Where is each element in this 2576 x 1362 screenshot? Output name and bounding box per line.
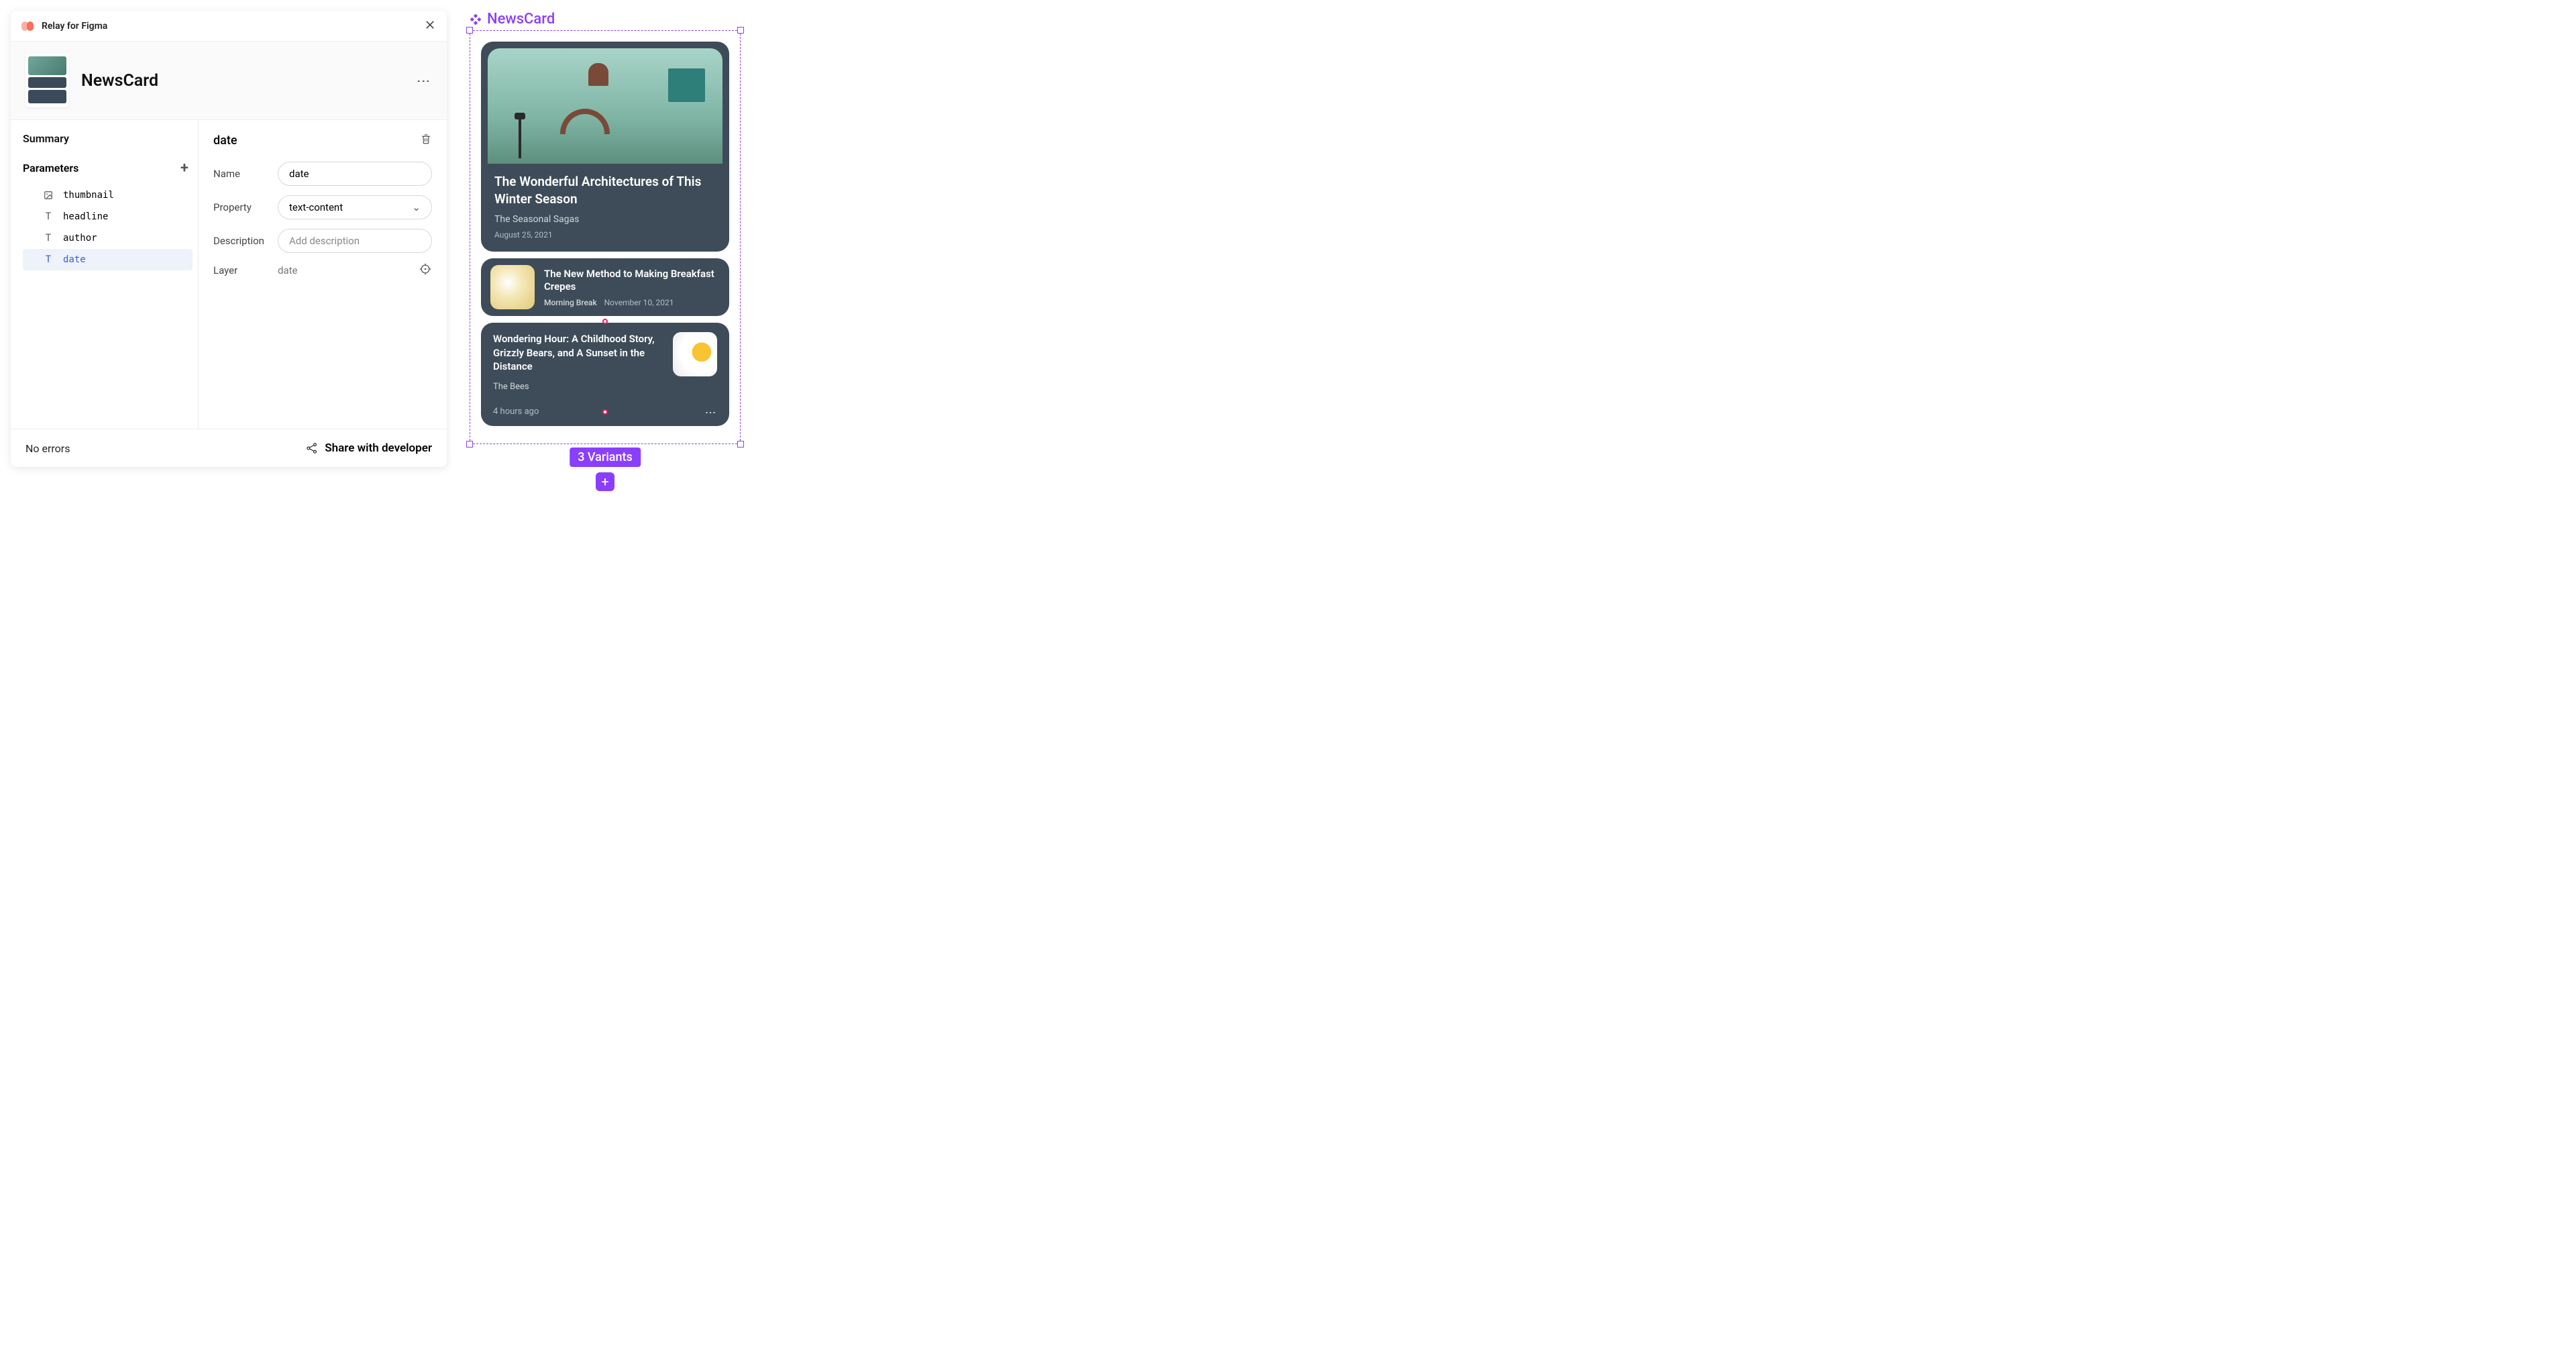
component-sidebar: Summary Parameters + thumbnail T headlin… <box>11 120 199 429</box>
parameters-heading: Parameters <box>23 162 78 174</box>
panel-body: Summary Parameters + thumbnail T headlin… <box>11 120 447 429</box>
param-thumbnail[interactable]: thumbnail <box>23 185 193 206</box>
close-button[interactable] <box>424 19 436 34</box>
image-icon <box>43 191 54 200</box>
close-icon <box>424 19 436 31</box>
locate-layer-button[interactable] <box>419 262 432 278</box>
resize-handle-br[interactable] <box>737 441 744 448</box>
name-input[interactable]: date <box>278 162 432 186</box>
component-set-icon <box>470 13 482 25</box>
name-field-label: Name <box>213 168 278 180</box>
relay-panel: Relay for Figma NewsCard ⋮ Summary Param… <box>11 11 447 467</box>
add-variant-button[interactable]: + <box>596 472 614 491</box>
component-thumbnail <box>25 54 69 107</box>
param-label: date <box>63 254 86 265</box>
param-author[interactable]: T author <box>23 227 193 249</box>
description-input[interactable]: Add description <box>278 229 432 253</box>
param-label: author <box>63 233 97 244</box>
card-thumbnail <box>488 48 722 164</box>
param-label: thumbnail <box>63 190 114 201</box>
error-status: No errors <box>25 442 70 455</box>
parameters-heading-row: Parameters + <box>23 160 193 176</box>
component-name: NewsCard <box>81 71 158 91</box>
param-headline[interactable]: T headline <box>23 206 193 227</box>
component-menu-button[interactable]: ⋮ <box>416 74 432 87</box>
detail-head: date <box>213 132 432 148</box>
property-select[interactable]: text-content ⌄ <box>278 195 432 219</box>
layer-value: date <box>278 264 419 276</box>
summary-tab[interactable]: Summary <box>23 132 193 145</box>
delete-parameter-button[interactable] <box>420 132 432 148</box>
resize-handle-bl[interactable] <box>466 441 473 448</box>
component-header: NewsCard ⋮ <box>11 42 447 120</box>
param-label: headline <box>63 211 108 222</box>
detail-title: date <box>213 134 237 148</box>
share-with-developer-button[interactable]: Share with developer <box>306 441 432 455</box>
description-field-label: Description <box>213 235 278 247</box>
trash-icon <box>420 132 432 146</box>
dot-icon <box>602 409 608 415</box>
relay-logo-icon <box>21 21 35 31</box>
figma-canvas: NewsCard The Wonderful Architectures of … <box>470 11 741 444</box>
component-set-frame[interactable]: The Wonderful Architectures of This Wint… <box>470 30 741 444</box>
text-icon: T <box>43 233 54 244</box>
add-parameter-button[interactable]: + <box>180 160 193 176</box>
chevron-down-icon: ⌄ <box>412 201 421 213</box>
text-icon: T <box>43 211 54 222</box>
variants-count-badge: 3 Variants <box>570 448 641 467</box>
panel-footer: No errors Share with developer <box>11 429 447 467</box>
plugin-title: Relay for Figma <box>42 21 107 32</box>
resize-handle-tl[interactable] <box>466 27 473 34</box>
target-icon <box>419 262 432 276</box>
layer-field-label: Layer <box>213 264 278 276</box>
panel-titlebar: Relay for Figma <box>11 11 447 42</box>
dot-icon <box>602 319 608 324</box>
property-field-label: Property <box>213 201 278 213</box>
text-icon: T <box>43 254 54 265</box>
share-icon <box>306 442 318 454</box>
param-date[interactable]: T date <box>23 249 193 270</box>
parameter-detail: date Name date Property text-content ⌄ D… <box>199 120 447 429</box>
resize-handle-tr[interactable] <box>737 27 744 34</box>
component-set-label[interactable]: NewsCard <box>470 11 741 28</box>
